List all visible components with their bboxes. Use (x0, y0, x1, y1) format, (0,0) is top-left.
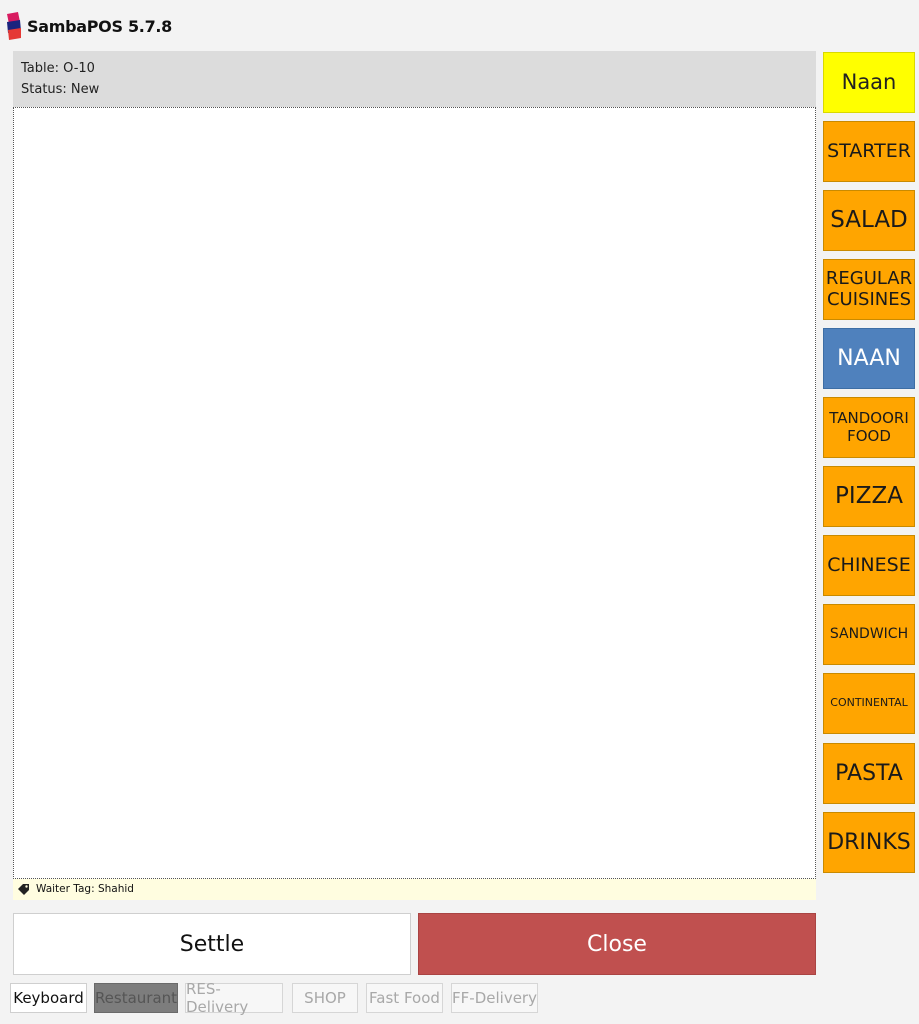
category-pasta-button[interactable]: PASTA (823, 743, 915, 804)
tab-ff-delivery[interactable]: FF-Delivery (451, 983, 538, 1013)
category-regular-cuisines-button[interactable]: REGULAR CUISINES (823, 259, 915, 320)
category-sandwich-button[interactable]: SANDWICH (823, 604, 915, 665)
category-pizza-button[interactable]: PIZZA (823, 466, 915, 527)
category-chinese-button[interactable]: CHINESE (823, 535, 915, 596)
ticket-header: Table: O-10 Status: New (13, 51, 816, 108)
category-starter-button[interactable]: STARTER (823, 121, 915, 182)
tab-res-delivery[interactable]: RES-Delivery (185, 980, 283, 1016)
category-naan-button[interactable]: NAAN (823, 328, 915, 389)
sambapos-logo-icon (7, 12, 21, 40)
waiter-tag-bar[interactable]: Waiter Tag: Shahid (13, 879, 816, 900)
ticket-status-label: Status: New (21, 82, 100, 97)
settle-button[interactable]: Settle (13, 913, 411, 975)
selected-item-naan-button[interactable]: Naan (823, 52, 915, 113)
tab-fast-food[interactable]: Fast Food (366, 983, 443, 1013)
category-tandoori-food-button[interactable]: TANDOORI FOOD (823, 397, 915, 458)
app-title: SambaPOS 5.7.8 (27, 17, 173, 36)
ticket-table-label: Table: O-10 (21, 61, 95, 76)
tab-restaurant[interactable]: Restaurant (94, 983, 178, 1013)
category-salad-button[interactable]: SALAD (823, 190, 915, 251)
tab-shop[interactable]: SHOP (292, 983, 358, 1013)
tag-icon (18, 884, 29, 895)
keyboard-button[interactable]: Keyboard (10, 983, 87, 1013)
waiter-tag-label: Waiter Tag: Shahid (36, 883, 134, 895)
ticket-orders-list[interactable] (13, 107, 816, 879)
category-drinks-button[interactable]: DRINKS (823, 812, 915, 873)
close-button[interactable]: Close (418, 913, 816, 975)
category-continental-button[interactable]: CONTINENTAL (823, 673, 915, 734)
